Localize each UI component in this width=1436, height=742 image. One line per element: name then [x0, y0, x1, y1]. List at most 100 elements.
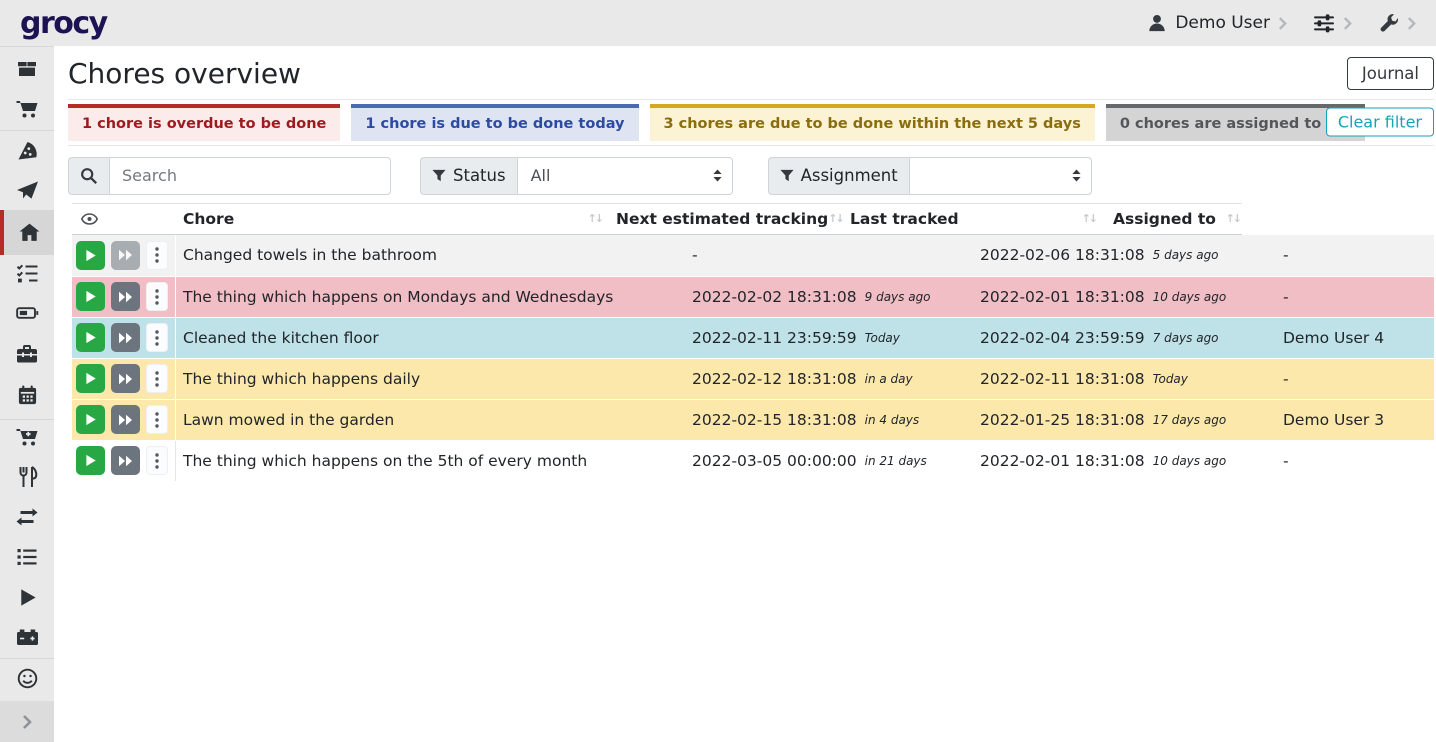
skip-next-chore-button[interactable] [111, 446, 140, 475]
status-filter-select[interactable]: All [517, 157, 733, 195]
column-header-last-tracked[interactable]: Last tracked [834, 210, 1102, 228]
row-context-menu-button[interactable] [146, 405, 168, 434]
sidebar-item-car-battery[interactable] [0, 617, 54, 657]
skip-next-chore-button[interactable] [111, 241, 140, 270]
assignment-filter-select[interactable] [909, 157, 1092, 195]
vertical-ellipsis-icon [155, 453, 159, 469]
next-tracking-cell: 2022-03-05 00:00:00in 21 days [685, 441, 973, 481]
sidebar-item-box[interactable] [0, 49, 54, 89]
sidebar-item-play[interactable] [0, 577, 54, 617]
next-tracking-relative: Today [865, 331, 900, 345]
sidebar-item-list[interactable] [0, 537, 54, 577]
row-context-menu-button[interactable] [146, 323, 168, 352]
last-tracked-time: 2022-01-25 18:31:08 [980, 411, 1145, 429]
settings-menu[interactable] [1313, 12, 1352, 34]
assigned-to: - [1283, 288, 1289, 306]
row-context-menu-button[interactable] [146, 282, 168, 311]
main-content: Chores overview Journal 1 chore is overd… [54, 46, 1436, 742]
track-chore-execution-button[interactable] [76, 405, 105, 434]
row-context-menu-button[interactable] [146, 241, 168, 270]
status-filter-label: Status [453, 166, 506, 185]
assignment-filter-group: Assignment [768, 157, 1092, 195]
wrench-icon [1378, 13, 1399, 34]
sidebar-item-home[interactable] [0, 210, 54, 255]
tasks-icon [16, 262, 38, 284]
banner-overdue[interactable]: 1 chore is overdue to be done [68, 104, 340, 141]
skip-next-chore-button[interactable] [111, 405, 140, 434]
sidebar-item-utensils[interactable] [0, 457, 54, 497]
sidebar-item-toolbox[interactable] [0, 333, 54, 373]
sidebar-item-tasks[interactable] [0, 253, 54, 293]
assigned-to: Demo User 3 [1283, 411, 1384, 429]
sidebar-item-battery[interactable] [0, 293, 54, 333]
chore-name: Changed towels in the bathroom [183, 246, 437, 264]
column-header-assigned-to[interactable]: Assigned to [1102, 210, 1242, 228]
clear-filter-button[interactable]: Clear filter [1326, 108, 1434, 137]
grocy-logo[interactable]: grocy [20, 6, 107, 41]
top-navbar: grocy Demo User [0, 0, 1436, 46]
skip-next-chore-button[interactable] [111, 364, 140, 393]
track-chore-execution-button[interactable] [76, 323, 105, 352]
sidebar-item-shopping-cart[interactable] [0, 89, 54, 129]
assigned-to-cell: Demo User 4 [1276, 318, 1434, 358]
chore-name: The thing which happens on the 5th of ev… [183, 452, 587, 470]
play-icon [17, 587, 38, 608]
filter-funnel-icon [780, 169, 794, 182]
chore-name: Cleaned the kitchen floor [183, 329, 379, 347]
next-tracking-time: 2022-02-15 18:31:08 [692, 411, 857, 429]
sidebar-item-exchange-arrows[interactable] [0, 497, 54, 537]
play-icon [84, 413, 97, 426]
table-settings-eye-icon[interactable] [72, 212, 176, 226]
track-chore-execution-button[interactable] [76, 241, 105, 270]
next-tracking-cell: 2022-02-12 18:31:08in a day [685, 359, 973, 399]
sidebar-item-pizza-slice[interactable] [0, 131, 54, 171]
skip-next-chore-button[interactable] [111, 282, 140, 311]
sort-icon [1226, 212, 1240, 225]
next-tracking-relative: in 4 days [865, 413, 920, 427]
next-tracking-time: 2022-02-11 23:59:59 [692, 329, 857, 347]
banner-due-soon[interactable]: 3 chores are due to be done within the n… [650, 104, 1095, 141]
cart-plus-icon [16, 426, 38, 448]
chore-name: The thing which happens daily [183, 370, 420, 388]
table-row: Lawn mowed in the garden 2022-02-15 18:3… [72, 399, 1434, 440]
banner-due-today[interactable]: 1 chore is due to be done today [351, 104, 638, 141]
user-menu[interactable]: Demo User [1147, 13, 1287, 33]
track-chore-execution-button[interactable] [76, 446, 105, 475]
search-group [68, 157, 391, 195]
track-chore-execution-button[interactable] [76, 282, 105, 311]
search-icon-box [68, 157, 109, 195]
sidebar-item-paper-plane[interactable] [0, 171, 54, 211]
journal-button[interactable]: Journal [1347, 57, 1434, 90]
next-tracking-relative: in 21 days [865, 454, 927, 468]
row-actions-cell [72, 441, 176, 481]
last-tracked-cell: 2022-02-01 18:31:0810 days ago [973, 277, 1276, 317]
chore-name: Lawn mowed in the garden [183, 411, 394, 429]
sidebar-item-cart-plus[interactable] [0, 417, 54, 457]
battery-icon [16, 302, 39, 324]
search-input[interactable] [109, 157, 391, 195]
fast-forward-icon [118, 332, 133, 344]
track-chore-execution-button[interactable] [76, 364, 105, 393]
sidebar-item-calendar[interactable] [0, 375, 54, 415]
row-actions-cell [72, 235, 176, 276]
next-tracking-cell: - [685, 235, 973, 276]
next-tracking-cell: 2022-02-11 23:59:59 Today [685, 318, 973, 358]
last-tracked-relative: 7 days ago [1153, 331, 1219, 345]
row-context-menu-button[interactable] [146, 364, 168, 393]
utensils-icon [16, 466, 38, 488]
column-header-next-tracking[interactable]: Next estimated tracking [608, 210, 834, 228]
user-icon [1147, 13, 1167, 33]
topbar-menus: Demo User [1147, 12, 1436, 34]
last-tracked-time: 2022-02-11 18:31:08 [980, 370, 1145, 388]
pizza-slice-icon [16, 140, 38, 162]
play-icon [84, 290, 97, 303]
sidebar-expand-toggle[interactable] [0, 701, 54, 742]
fast-forward-icon [118, 291, 133, 303]
row-context-menu-button[interactable] [146, 446, 168, 475]
last-tracked-time: 2022-02-01 18:31:08 [980, 452, 1145, 470]
assigned-to: - [1283, 452, 1289, 470]
admin-menu[interactable] [1378, 13, 1416, 34]
sidebar-item-smiley[interactable] [0, 658, 54, 698]
column-header-chore[interactable]: Chore [176, 210, 608, 228]
skip-next-chore-button[interactable] [111, 323, 140, 352]
